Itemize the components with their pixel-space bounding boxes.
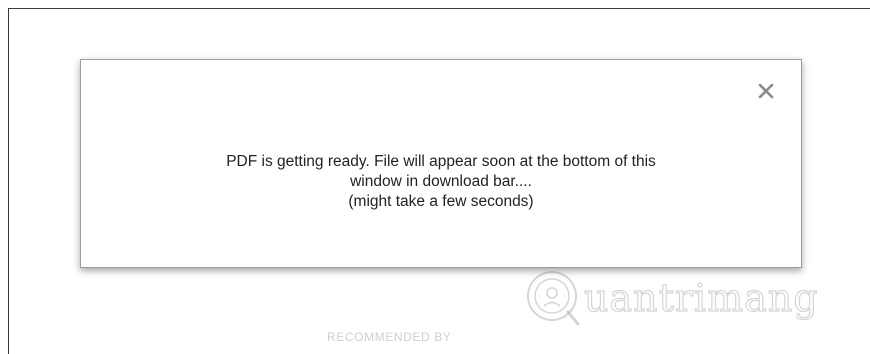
- close-icon[interactable]: [757, 82, 775, 100]
- message-line-3: (might take a few seconds): [348, 193, 534, 210]
- quantrimang-logo-icon: [527, 271, 580, 326]
- close-button[interactable]: [757, 82, 775, 100]
- watermark-logo: uantrimang: [522, 260, 842, 336]
- watermark-text: uantrimang: [583, 275, 819, 320]
- message-line-2: window in download bar....: [350, 173, 532, 190]
- message-line-1: PDF is getting ready. File will appear s…: [226, 153, 656, 170]
- pdf-ready-dialog: PDF is getting ready. File will appear s…: [80, 59, 802, 268]
- dialog-message: PDF is getting ready. File will appear s…: [81, 152, 801, 212]
- recommended-by-label: RECOMMENDED BY: [327, 330, 452, 344]
